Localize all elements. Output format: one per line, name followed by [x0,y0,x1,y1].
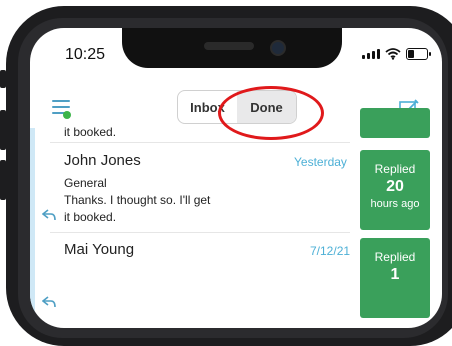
message-date: 7/12/21 [310,244,351,258]
contact-name: John Jones [64,152,141,169]
message-date: Yesterday [294,155,347,169]
notch [122,28,342,68]
conversation-list: it booked. John Jones Yesterday General … [30,108,442,328]
reply-icon [42,296,56,308]
status-badge [360,108,430,138]
status-badge: Replied 20 hours ago [360,150,430,230]
mute-switch [0,70,6,88]
reply-icon [42,209,56,221]
status-unit: hours ago [370,198,420,210]
divider [50,232,350,233]
message-subject: General [64,176,107,190]
status-count: 1 [390,266,400,283]
selected-row-accent [30,128,35,328]
status-time: 10:25 [65,46,106,63]
status-label: Replied [374,250,416,264]
speaker [204,42,254,50]
volume-up-button [0,110,6,150]
divider [50,142,350,143]
contact-name: Mai Young [64,241,135,258]
phone-screen: 10:25 Inbox Done it booked. John Jones Y… [30,28,442,328]
battery-icon [406,48,431,60]
status-label: Replied [374,162,416,176]
status-icons [362,48,431,60]
wifi-icon [385,48,401,60]
previous-message-preview-tail: it booked. [64,125,117,139]
message-preview: Thanks. I thought so. I'll get it booked… [64,193,211,224]
online-status-dot [63,111,71,119]
volume-down-button [0,160,6,200]
front-camera [270,40,286,56]
status-count: 20 [386,178,404,195]
menu-icon[interactable] [52,100,74,119]
status-badge: Replied 1 [360,238,430,318]
signal-icon [362,49,380,59]
